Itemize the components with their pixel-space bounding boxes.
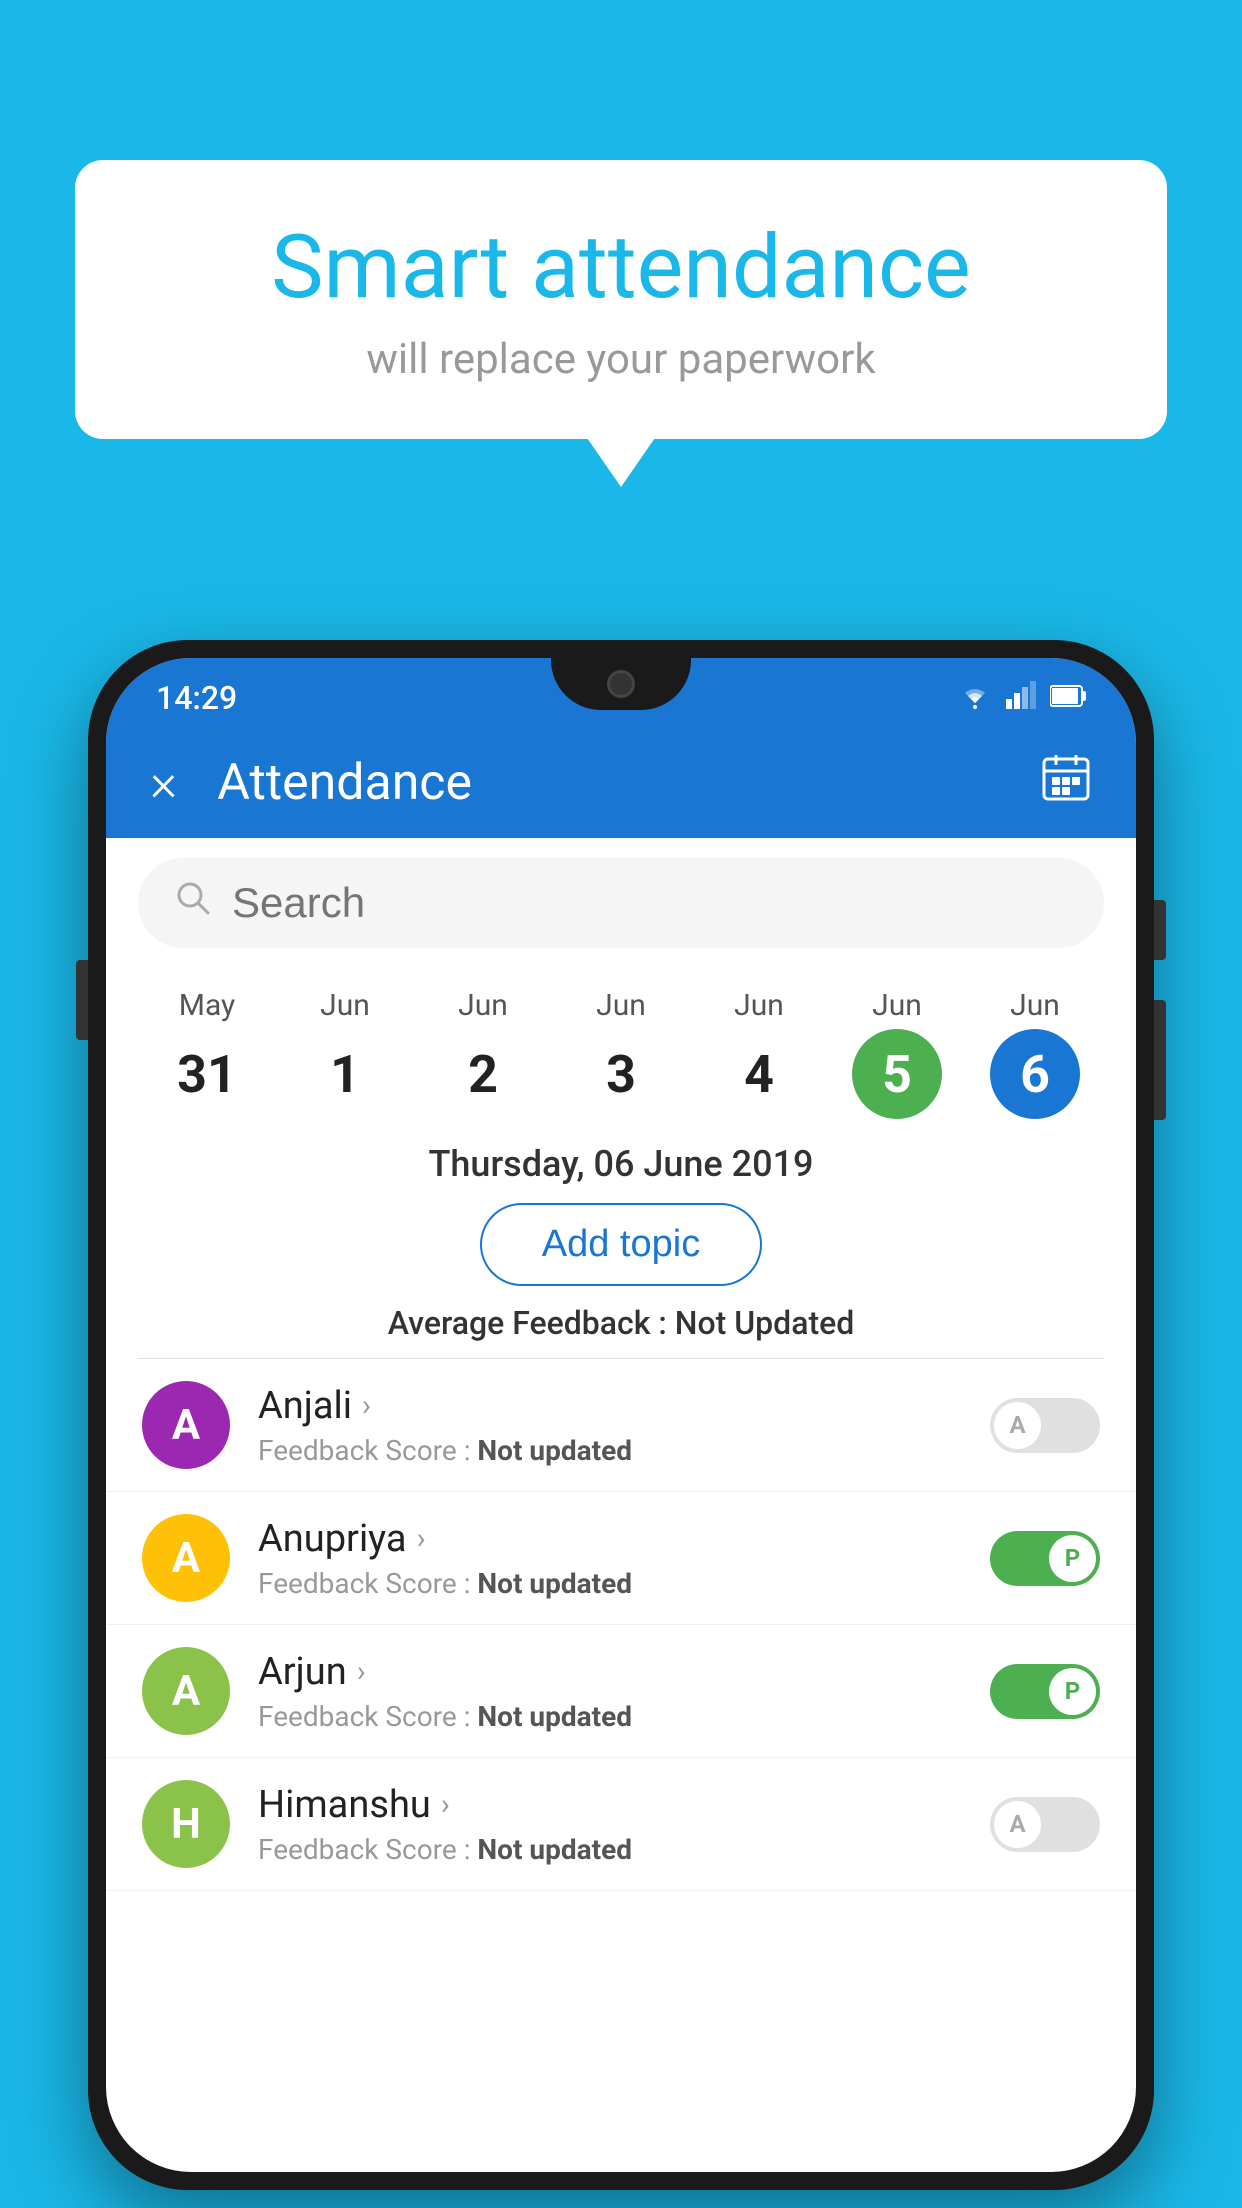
- app-bar: × Attendance: [106, 728, 1136, 838]
- search-icon: [174, 879, 212, 927]
- date-col-2[interactable]: Jun 2: [438, 988, 528, 1119]
- camera: [607, 670, 635, 698]
- feedback-score-arjun: Feedback Score : Not updated: [258, 1700, 962, 1733]
- attendance-toggle-arjun[interactable]: P: [990, 1664, 1100, 1719]
- student-name-himanshu: Himanshu: [258, 1783, 431, 1827]
- avg-feedback-label: Average Feedback :: [388, 1304, 667, 1342]
- student-item-anjali[interactable]: A Anjali › Feedback Score : Not updated …: [106, 1359, 1136, 1492]
- student-item-himanshu[interactable]: H Himanshu › Feedback Score : Not update…: [106, 1758, 1136, 1891]
- avatar-arjun: A: [142, 1647, 230, 1735]
- student-info-anupriya: Anupriya › Feedback Score : Not updated: [258, 1517, 962, 1600]
- calendar-icon[interactable]: [1040, 751, 1092, 815]
- chevron-right-icon: ›: [362, 1388, 371, 1423]
- avatar-himanshu: H: [142, 1780, 230, 1868]
- student-item-arjun[interactable]: A Arjun › Feedback Score : Not updated P: [106, 1625, 1136, 1758]
- student-item-anupriya[interactable]: A Anupriya › Feedback Score : Not update…: [106, 1492, 1136, 1625]
- avg-feedback: Average Feedback : Not Updated: [106, 1304, 1136, 1358]
- student-name-anjali: Anjali: [258, 1384, 352, 1428]
- date-col-0[interactable]: May 31: [162, 988, 252, 1119]
- search-input[interactable]: [232, 879, 1068, 927]
- speech-bubble-section: Smart attendance will replace your paper…: [75, 160, 1167, 439]
- battery-icon: [1050, 682, 1086, 715]
- student-name-anupriya: Anupriya: [258, 1517, 407, 1561]
- bubble-title: Smart attendance: [145, 220, 1097, 317]
- phone-outer: 14:29: [88, 640, 1154, 2190]
- date-strip: May 31 Jun 1 Jun 2 Jun 3 Jun 4: [106, 968, 1136, 1129]
- avatar-anjali: A: [142, 1381, 230, 1469]
- student-name-arjun: Arjun: [258, 1650, 347, 1694]
- chevron-right-icon: ›: [441, 1787, 450, 1822]
- student-info-himanshu: Himanshu › Feedback Score : Not updated: [258, 1783, 962, 1866]
- student-info-anjali: Anjali › Feedback Score : Not updated: [258, 1384, 962, 1467]
- feedback-score-anjali: Feedback Score : Not updated: [258, 1434, 962, 1467]
- speech-bubble: Smart attendance will replace your paper…: [75, 160, 1167, 439]
- feedback-score-himanshu: Feedback Score : Not updated: [258, 1833, 962, 1866]
- volume-right-button: [1154, 1000, 1166, 1120]
- chevron-right-icon: ›: [417, 1521, 426, 1556]
- phone-frame: 14:29: [88, 640, 1154, 2208]
- selected-date-label: Thursday, 06 June 2019: [106, 1129, 1136, 1195]
- attendance-toggle-himanshu[interactable]: A: [990, 1797, 1100, 1852]
- signal-icon: [1006, 681, 1036, 716]
- date-col-6[interactable]: Jun 6: [990, 988, 1080, 1119]
- student-list: A Anjali › Feedback Score : Not updated …: [106, 1359, 1136, 1891]
- power-button: [1154, 900, 1166, 960]
- date-col-5[interactable]: Jun 5: [852, 988, 942, 1119]
- attendance-toggle-anjali[interactable]: A: [990, 1398, 1100, 1453]
- phone-screen: 14:29: [106, 658, 1136, 2172]
- student-info-arjun: Arjun › Feedback Score : Not updated: [258, 1650, 962, 1733]
- chevron-right-icon: ›: [357, 1654, 366, 1689]
- wifi-icon: [958, 681, 992, 716]
- avg-feedback-value: Not Updated: [675, 1304, 855, 1342]
- date-col-3[interactable]: Jun 3: [576, 988, 666, 1119]
- app-title: Attendance: [217, 754, 1000, 812]
- search-bar[interactable]: [138, 858, 1104, 948]
- bubble-subtitle: will replace your paperwork: [145, 335, 1097, 384]
- close-button[interactable]: ×: [150, 757, 177, 809]
- status-time: 14:29: [156, 679, 237, 717]
- add-topic-button[interactable]: Add topic: [480, 1203, 762, 1286]
- date-col-1[interactable]: Jun 1: [300, 988, 390, 1119]
- status-icons: [958, 681, 1086, 716]
- avatar-anupriya: A: [142, 1514, 230, 1602]
- attendance-toggle-anupriya[interactable]: P: [990, 1531, 1100, 1586]
- date-col-4[interactable]: Jun 4: [714, 988, 804, 1119]
- feedback-score-anupriya: Feedback Score : Not updated: [258, 1567, 962, 1600]
- volume-button: [76, 960, 88, 1040]
